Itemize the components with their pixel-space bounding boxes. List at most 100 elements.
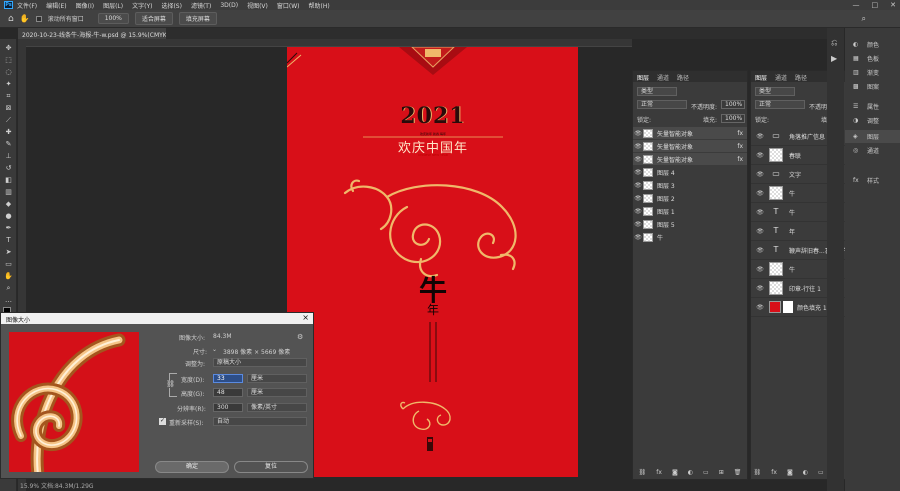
- layer-row[interactable]: 👁 图层 3: [633, 179, 747, 191]
- fit-screen-button[interactable]: 适合屏幕: [134, 12, 173, 25]
- eye-icon[interactable]: 👁: [751, 228, 769, 235]
- dialog-preview[interactable]: [9, 332, 139, 472]
- eye-icon[interactable]: 👁: [633, 208, 643, 215]
- dock-item-channels[interactable]: ◎ 通道: [845, 144, 900, 157]
- chevron-down-icon[interactable]: ⌄: [212, 346, 217, 353]
- eye-icon[interactable]: 👁: [633, 234, 643, 241]
- fx-icon[interactable]: fx: [737, 143, 743, 150]
- menu-layer[interactable]: 图层(L): [103, 1, 123, 10]
- layer-row[interactable]: 👁 矢量智能对象 fx: [633, 153, 747, 165]
- dock-item-color[interactable]: ◐ 颜色: [845, 38, 900, 51]
- gear-icon[interactable]: ⚙: [297, 333, 303, 341]
- mask-icon[interactable]: ◙: [672, 469, 678, 476]
- dock-item-gradients[interactable]: ▥ 渐变: [845, 66, 900, 79]
- type-tool-icon[interactable]: T: [3, 235, 14, 245]
- folder-icon[interactable]: ▭: [703, 469, 709, 476]
- document-tab[interactable]: 2020-10-23-线条牛-海报-牛-w.psd @ 15.9%(CMYK/8…: [18, 28, 166, 39]
- fx-icon[interactable]: fx: [737, 130, 743, 137]
- maximize-icon[interactable]: □: [872, 1, 879, 9]
- new-layer-icon[interactable]: ⊞: [719, 469, 724, 476]
- dock-item-properties[interactable]: ☰ 属性: [845, 100, 900, 113]
- eyedropper-icon[interactable]: ⟋: [3, 115, 14, 125]
- eye-icon[interactable]: 👁: [633, 130, 643, 137]
- more-tools-icon[interactable]: …: [3, 295, 14, 305]
- resample-checkbox[interactable]: ✓: [159, 418, 166, 425]
- eye-icon[interactable]: 👁: [751, 304, 769, 311]
- layer-row[interactable]: 👁 图层 1: [633, 205, 747, 217]
- layer-row[interactable]: 👁 图层 5: [633, 218, 747, 230]
- path-select-icon[interactable]: ➤: [3, 247, 14, 257]
- layer-row[interactable]: 👁 矢量智能对象 fx: [633, 127, 747, 139]
- layer-row[interactable]: 👁 牛: [633, 231, 747, 243]
- menu-image[interactable]: 图像(I): [76, 1, 94, 10]
- eye-icon[interactable]: 👁: [751, 171, 769, 178]
- history-icon[interactable]: ⎌: [831, 38, 837, 48]
- blur-tool-icon[interactable]: ◆: [3, 199, 14, 209]
- link-icon[interactable]: ⛓: [166, 380, 175, 388]
- menu-view[interactable]: 视图(V): [247, 1, 268, 10]
- layer-row[interactable]: 👁 矢量智能对象 fx: [633, 140, 747, 152]
- eye-icon[interactable]: 👁: [633, 182, 643, 189]
- shape-tool-icon[interactable]: ▭: [3, 259, 14, 269]
- blend-mode-select[interactable]: 正常: [637, 100, 687, 109]
- hand-tool-icon[interactable]: ✋: [3, 271, 14, 281]
- layer-kind-filter[interactable]: 类型: [755, 87, 795, 96]
- height-input[interactable]: 48: [213, 388, 243, 397]
- frame-tool-icon[interactable]: ⊠: [3, 103, 14, 113]
- layer-row[interactable]: 👁 图层 2: [633, 192, 747, 204]
- eye-icon[interactable]: 👁: [751, 285, 769, 292]
- close-icon[interactable]: ✕: [890, 1, 896, 9]
- minimize-icon[interactable]: —: [853, 1, 860, 9]
- marquee-tool-icon[interactable]: ⬚: [3, 55, 14, 65]
- eraser-tool-icon[interactable]: ◧: [3, 175, 14, 185]
- menu-3d[interactable]: 3D(D): [220, 2, 238, 9]
- tab-channels[interactable]: 通道: [657, 73, 669, 82]
- eye-icon[interactable]: 👁: [751, 152, 769, 159]
- link-layers-icon[interactable]: ⛓: [754, 469, 762, 476]
- dock-item-layers[interactable]: ◈ 图层: [845, 130, 900, 143]
- dodge-tool-icon[interactable]: ●: [3, 211, 14, 221]
- tab-layers[interactable]: 图层: [637, 73, 649, 82]
- dock-item-swatches[interactable]: ▦ 色板: [845, 52, 900, 65]
- zoom-tool-icon[interactable]: ⌕: [3, 283, 14, 293]
- search-icon[interactable]: ⌕: [862, 14, 866, 24]
- poster-canvas[interactable]: 2021 欢庆新年 新春 每年 欢庆中国年 CHINESE NEW YEAR 牛…: [287, 47, 578, 477]
- layer-row[interactable]: 👁 图层 4: [633, 166, 747, 178]
- close-icon[interactable]: ×: [302, 313, 309, 322]
- link-layers-icon[interactable]: ⛓: [639, 469, 647, 476]
- eye-icon[interactable]: 👁: [633, 221, 643, 228]
- history-brush-icon[interactable]: ↺: [3, 163, 14, 173]
- fill-screen-button[interactable]: 填充屏幕: [178, 12, 217, 25]
- eye-icon[interactable]: 👁: [633, 195, 643, 202]
- hand-tool-icon[interactable]: ✋: [20, 14, 30, 23]
- eye-icon[interactable]: 👁: [633, 156, 643, 163]
- dock-item-patterns[interactable]: ▩ 图案: [845, 80, 900, 93]
- pen-tool-icon[interactable]: ✒: [3, 223, 14, 233]
- ok-button[interactable]: 确定: [155, 461, 229, 473]
- tab-layers[interactable]: 图层: [755, 73, 767, 82]
- mask-icon[interactable]: ◙: [787, 469, 793, 476]
- opacity-input[interactable]: 100%: [721, 100, 745, 109]
- adjustment-icon[interactable]: ◐: [803, 469, 808, 476]
- menu-edit[interactable]: 编辑(E): [46, 1, 66, 10]
- fx-icon[interactable]: fx: [737, 156, 743, 163]
- stamp-tool-icon[interactable]: ⊥: [3, 151, 14, 161]
- resolution-input[interactable]: 300: [213, 403, 243, 412]
- gradient-tool-icon[interactable]: ▥: [3, 187, 14, 197]
- eye-icon[interactable]: 👁: [751, 133, 769, 140]
- dock-item-adjustments[interactable]: ◑ 调整: [845, 114, 900, 127]
- tab-channels[interactable]: 通道: [775, 73, 787, 82]
- height-unit-select[interactable]: 厘米: [247, 388, 307, 397]
- eye-icon[interactable]: 👁: [751, 247, 769, 254]
- fx-icon[interactable]: fx: [656, 469, 662, 476]
- fx-icon[interactable]: fx: [771, 469, 777, 476]
- crop-tool-icon[interactable]: ⌗: [3, 91, 14, 101]
- menu-select[interactable]: 选择(S): [161, 1, 182, 10]
- menu-filter[interactable]: 滤镜(T): [191, 1, 211, 10]
- eye-icon[interactable]: 👁: [633, 143, 643, 150]
- blend-mode-select[interactable]: 正常: [755, 100, 805, 109]
- tab-paths[interactable]: 路径: [795, 73, 807, 82]
- layer-kind-filter[interactable]: 类型: [637, 87, 677, 96]
- eye-icon[interactable]: 👁: [751, 190, 769, 197]
- eye-icon[interactable]: 👁: [751, 209, 769, 216]
